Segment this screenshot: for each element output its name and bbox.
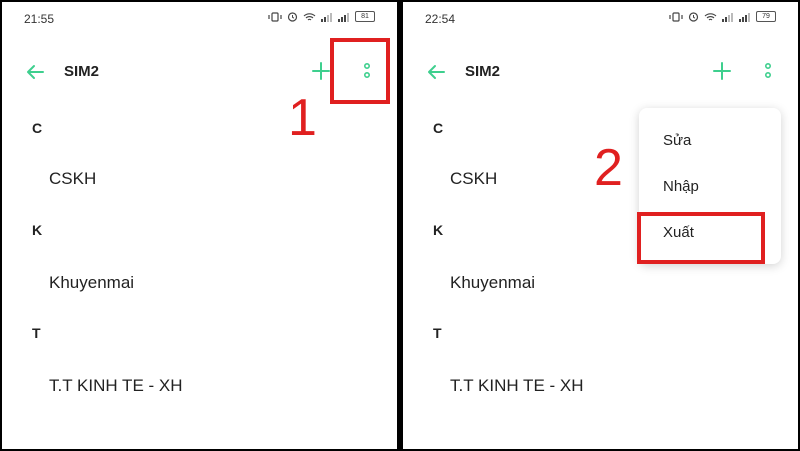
contact-item[interactable]: Khuyenmai [450,273,535,293]
status-bar: 22:54 79 [403,2,798,34]
back-arrow-icon[interactable] [425,61,447,83]
signal-icon [739,12,750,22]
contact-item[interactable]: T.T KINH TE - XH [49,376,183,396]
section-letter: C [32,120,43,136]
alarm-icon [287,12,298,22]
vibrate-icon [268,11,282,22]
battery-icon: 79 [756,11,776,22]
app-bar: SIM2 [403,54,798,90]
status-bar: 21:55 81 [2,2,397,34]
status-icons: 81 [268,11,375,22]
status-icons: 79 [669,11,776,22]
page-title: SIM2 [64,63,100,80]
wifi-icon [704,12,717,20]
section-letter: T [32,325,41,341]
signal-icon [321,12,332,22]
section-letter: K [32,222,43,238]
highlight-box-export [637,212,765,264]
step-number: 1 [288,89,317,147]
section-letter: K [433,222,444,238]
contact-item[interactable]: CSKH [450,169,497,189]
status-time: 21:55 [24,12,55,26]
battery-icon: 81 [355,11,375,22]
section-letter: T [433,325,442,341]
contact-item[interactable]: Khuyenmai [49,273,134,293]
signal-icon [722,12,733,22]
screen-left: 21:55 81 SIM2 C CSKH K Khuyenmai T T.T K… [2,2,397,449]
screen-right: 22:54 79 SIM2 C CSKH K Khuyenmai T T.T K… [403,2,798,449]
section-letter: C [433,120,444,136]
alarm-icon [688,12,699,22]
back-arrow-icon[interactable] [24,61,46,83]
page-title: SIM2 [465,63,501,80]
add-icon[interactable] [711,60,733,82]
vibrate-icon [669,11,683,22]
step-number: 2 [594,139,623,197]
more-vertical-icon[interactable] [761,60,775,82]
contact-item[interactable]: CSKH [49,169,96,189]
wifi-icon [303,12,316,20]
status-time: 22:54 [425,12,456,26]
highlight-box-more [330,38,390,104]
signal-icon [338,12,349,22]
menu-item-import[interactable]: Nhập [663,178,699,195]
add-icon[interactable] [310,60,332,82]
menu-item-edit[interactable]: Sửa [663,132,691,149]
contact-item[interactable]: T.T KINH TE - XH [450,376,584,396]
